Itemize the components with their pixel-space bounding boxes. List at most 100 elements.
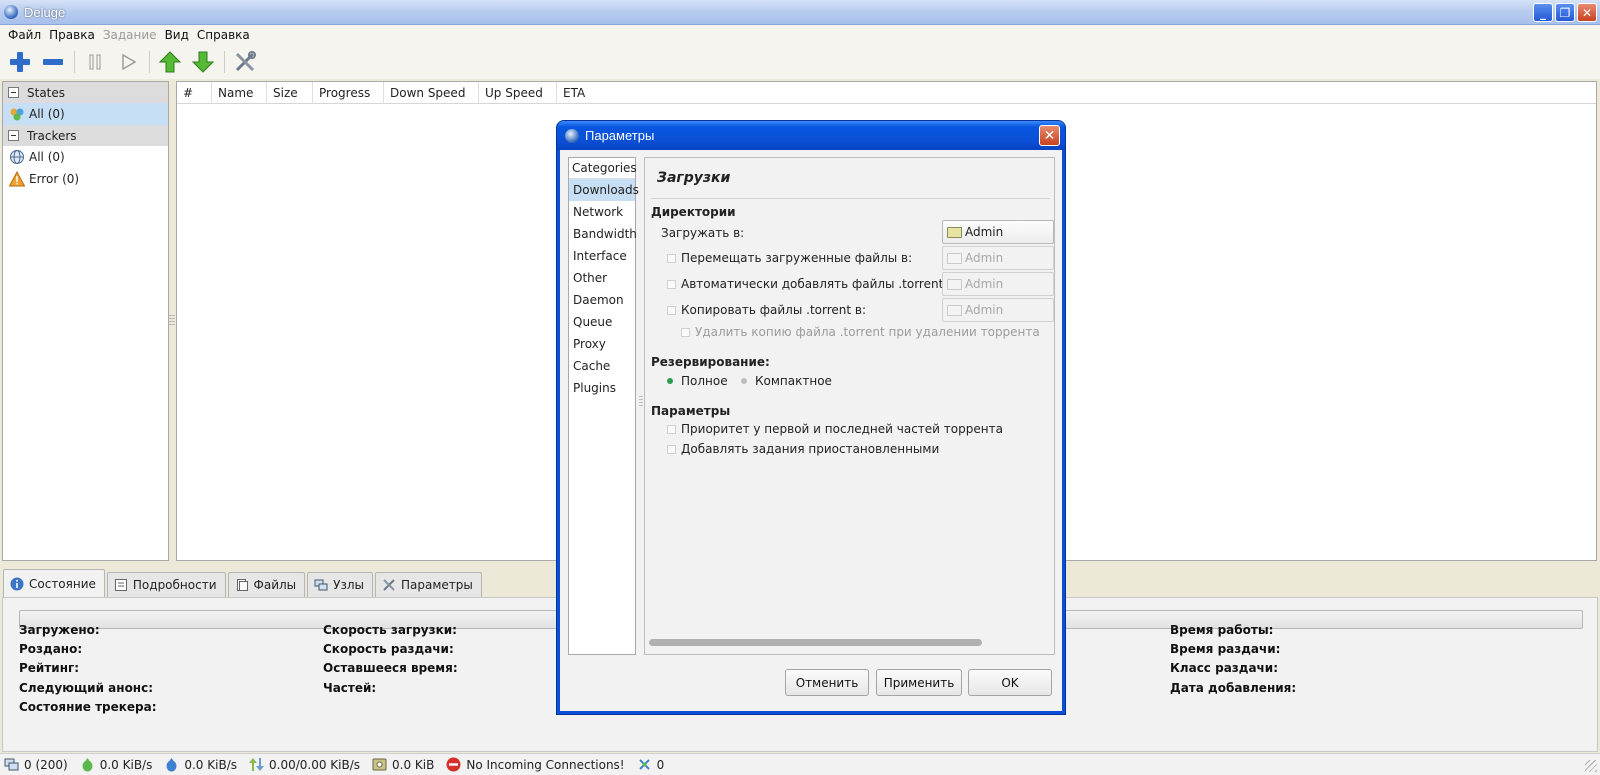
apply-button[interactable]: Применить [876, 669, 962, 696]
upload-speed-status[interactable]: 0.0 KiB/s [164, 757, 237, 772]
toolbar-separator [149, 51, 150, 73]
uploaded-label: Роздано: [19, 642, 83, 656]
download-speed-status[interactable]: 0.0 KiB/s [80, 757, 152, 772]
minimize-button[interactable]: _ [1533, 3, 1553, 22]
connections-status[interactable]: 0 (200) [4, 757, 68, 772]
upload-speed-value: 0.0 KiB/s [184, 757, 237, 772]
states-header[interactable]: States [3, 82, 168, 103]
full-allocation-radio[interactable] [667, 378, 673, 384]
move-completed-checkbox[interactable] [667, 254, 676, 263]
sidebar-item-error-trackers[interactable]: Error (0) [3, 168, 168, 190]
toolbar [0, 45, 1600, 79]
category-queue[interactable]: Queue [569, 311, 635, 333]
play-icon [122, 53, 137, 71]
queue-down-button[interactable] [189, 48, 217, 76]
eta-label: Оставшееся время: [323, 661, 458, 675]
menu-bar: Файл Правка Задание Вид Справка [0, 25, 1600, 45]
column-eta[interactable]: ETA [557, 82, 617, 104]
connections-value: 0 (200) [24, 757, 68, 772]
collapse-icon[interactable] [8, 87, 19, 98]
maximize-button[interactable]: ❐ [1555, 3, 1575, 22]
autoadd-checkbox[interactable] [667, 280, 676, 289]
peers-icon [314, 579, 328, 591]
delete-copy-label: Удалить копию файла .torrent при удалени… [695, 325, 1040, 339]
pause-button[interactable] [81, 48, 109, 76]
category-network[interactable]: Network [569, 201, 635, 223]
trackers-header-label: Trackers [27, 128, 77, 143]
protocol-traffic-status[interactable]: 0.00/0.00 KiB/s [249, 757, 360, 772]
category-daemon[interactable]: Daemon [569, 289, 635, 311]
sidebar-item-label: Error (0) [29, 172, 80, 186]
column-progress[interactable]: Progress [313, 82, 384, 104]
category-plugins[interactable]: Plugins [569, 377, 635, 399]
compact-allocation-radio[interactable] [741, 378, 747, 384]
sidebar-item-label: All (0) [29, 150, 65, 164]
free-space-value: 0.0 KiB [392, 757, 435, 772]
autoadd-folder-value: Admin [965, 277, 1004, 291]
tab-peers[interactable]: Узлы [307, 572, 373, 597]
category-other[interactable]: Other [569, 267, 635, 289]
category-cache[interactable]: Cache [569, 355, 635, 377]
delete-copy-checkbox[interactable] [681, 328, 690, 337]
trackers-header[interactable]: Trackers [3, 125, 168, 146]
incoming-connections-value: No Incoming Connections! [466, 757, 625, 772]
menu-edit[interactable]: Правка [45, 28, 99, 42]
column-name[interactable]: Name [212, 82, 267, 104]
tab-label: Узлы [333, 578, 364, 592]
pane-resize-handle[interactable] [169, 315, 175, 325]
column-number[interactable]: # [177, 82, 212, 104]
menu-view[interactable]: Вид [161, 28, 193, 42]
copy-torrent-folder-chooser[interactable]: Admin [942, 298, 1054, 322]
collapse-icon[interactable] [8, 130, 19, 141]
tab-status[interactable]: Состояние [3, 569, 105, 597]
ok-button[interactable]: OK [968, 669, 1052, 696]
arrow-up-icon [158, 51, 182, 73]
category-downloads[interactable]: Downloads [569, 179, 639, 201]
dialog-pane-handle[interactable] [639, 396, 643, 406]
details-icon [114, 579, 127, 591]
move-completed-folder-chooser[interactable]: Admin [942, 246, 1054, 270]
states-header-label: States [27, 85, 66, 100]
incoming-connections-status[interactable]: No Incoming Connections! [446, 757, 625, 772]
sidebar-item-all-trackers[interactable]: All (0) [3, 146, 168, 168]
column-down-speed[interactable]: Down Speed [384, 82, 479, 104]
menu-file[interactable]: Файл [4, 28, 45, 42]
tab-details[interactable]: Подробности [106, 572, 226, 597]
column-up-speed[interactable]: Up Speed [479, 82, 557, 104]
add-paused-label: Добавлять задания приостановленными [681, 442, 940, 456]
add-torrent-button[interactable] [6, 48, 34, 76]
category-bandwidth[interactable]: Bandwidth [569, 223, 637, 245]
remove-torrent-button[interactable] [39, 48, 67, 76]
dialog-close-button[interactable]: ✕ [1039, 125, 1060, 146]
menu-torrent[interactable]: Задание [99, 28, 161, 42]
resize-grip[interactable] [1585, 760, 1597, 772]
autoadd-folder-chooser[interactable]: Admin [942, 272, 1054, 296]
dht-icon [638, 759, 650, 770]
tab-options[interactable]: Параметры [375, 572, 482, 597]
download-folder-chooser[interactable]: Admin [942, 220, 1054, 244]
add-paused-checkbox[interactable] [667, 445, 676, 454]
sidebar-item-all-states[interactable]: All (0) [3, 103, 168, 125]
active-time-label: Время работы: [1170, 623, 1274, 637]
copy-torrent-checkbox[interactable] [667, 306, 676, 315]
category-proxy[interactable]: Proxy [569, 333, 635, 355]
queue-up-button[interactable] [156, 48, 184, 76]
free-space-status[interactable]: 0.0 KiB [372, 757, 434, 772]
column-size[interactable]: Size [267, 82, 313, 104]
details-tabs: Состояние Подробности Файлы Узлы Парамет… [0, 569, 484, 597]
menu-help[interactable]: Справка [193, 28, 254, 42]
prioritize-checkbox[interactable] [667, 425, 676, 434]
horizontal-scrollbar[interactable] [649, 639, 982, 646]
allocation-section-title: Резервирование: [651, 355, 770, 369]
resume-button[interactable] [114, 48, 142, 76]
cancel-button[interactable]: Отменить [785, 669, 869, 696]
category-interface[interactable]: Interface [569, 245, 635, 267]
folder-icon [947, 278, 962, 290]
close-button[interactable]: ✕ [1577, 3, 1597, 22]
divider [651, 198, 1050, 199]
dht-status[interactable]: 0 [637, 757, 664, 772]
tab-files[interactable]: Файлы [227, 572, 306, 597]
window-controls: _ ❐ ✕ [1533, 3, 1597, 22]
preferences-button[interactable] [231, 48, 259, 76]
move-completed-label: Перемещать загруженные файлы в: [681, 251, 913, 265]
